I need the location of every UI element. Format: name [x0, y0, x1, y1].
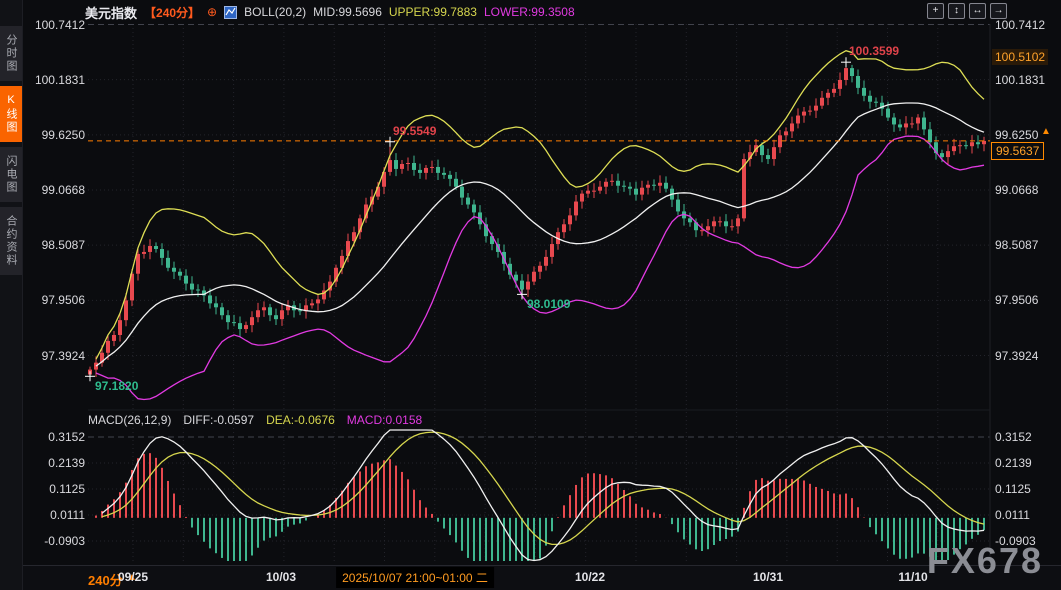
goto-latest-tool-icon[interactable]: → [990, 3, 1007, 19]
sidebar-tab-label: 合约资料 [3, 215, 19, 267]
extreme-price-annotation: 99.5549 [393, 124, 436, 138]
x-scale-tool-icon[interactable]: ↔ [969, 3, 986, 19]
extreme-price-annotation: 97.1820 [95, 379, 138, 393]
extreme-price-annotation: 98.0109 [527, 297, 570, 311]
sidebar-tab-tick-chart[interactable]: 闪电图 [0, 147, 22, 202]
sidebar-tab-candle-chart[interactable]: K线图 [0, 86, 22, 142]
y-scale-tool-icon[interactable]: ↕ [948, 3, 965, 19]
time-axis-bar: 240分 ▲ 09/2510/0310/2210/3111/10 2025/10… [0, 565, 1061, 590]
axis-tick-label: 0.3152 [995, 430, 1032, 444]
date-tick-label: 10/31 [753, 570, 783, 584]
axis-tick-label: 0.0111 [995, 508, 1030, 522]
boll-formula: BOLL(20,2) [244, 5, 306, 19]
axis-tick-label: 100.7412 [33, 18, 85, 32]
axis-tick-label: 97.3924 [995, 349, 1038, 363]
extreme-price-annotation: 100.3599 [849, 44, 899, 58]
boll-upper-value: UPPER:99.7883 [389, 5, 477, 19]
current-price-box: 99.5637 [991, 142, 1044, 160]
sidebar-tab-contract-info[interactable]: 合约资料 [0, 207, 22, 275]
macd-macd-value: MACD:0.0158 [347, 413, 422, 427]
axis-tick-label: 0.2139 [995, 456, 1032, 470]
date-tick-label: 10/22 [575, 570, 605, 584]
selected-candle-date: 2025/10/07 21:00~01:00 二 [336, 567, 494, 588]
date-tick-label: 09/25 [118, 570, 148, 584]
macd-header: MACD(26,12,9) DIFF:-0.0597 DEA:-0.0676 M… [88, 413, 422, 427]
period-label[interactable]: 【240分】 [144, 4, 200, 21]
chart-canvas[interactable] [0, 0, 1061, 590]
axis-tick-label: 100.7412 [995, 18, 1045, 32]
sidebar-tab-label: 分时图 [3, 34, 19, 73]
macd-diff-value: DIFF:-0.0597 [183, 413, 254, 427]
axis-tick-label: 98.5087 [33, 238, 85, 252]
axis-tick-label: 100.1831 [33, 73, 85, 87]
axis-tick-label: -0.0903 [33, 534, 85, 548]
axis-tick-label: 99.6250 [33, 128, 85, 142]
axis-tick-label: 0.1125 [33, 482, 85, 496]
session-high-label: 100.5102 [992, 49, 1048, 65]
axis-tick-label: 99.0668 [995, 183, 1038, 197]
axis-tick-label: 99.0668 [33, 183, 85, 197]
axis-tick-label: 0.0111 [33, 508, 85, 522]
trading-app-window: 分时图 K线图 闪电图 合约资料 美元指数 【240分】 ⊕ BOLL(20,2… [0, 0, 1061, 590]
axis-tick-label: 99.6250 [995, 128, 1038, 142]
sidebar-tab-label: 闪电图 [3, 155, 19, 194]
symbol-title: 美元指数 [85, 3, 137, 22]
axis-tick-label: 0.3152 [33, 430, 85, 444]
sidebar-tab-label: K线图 [3, 94, 19, 134]
watermark-logo: FX678 [927, 540, 1043, 582]
indicator-chart-icon[interactable] [224, 6, 237, 19]
axis-tick-label: 97.9506 [33, 293, 85, 307]
boll-mid-value: MID:99.5696 [313, 5, 382, 19]
period-settings-icon[interactable]: ⊕ [207, 5, 217, 19]
date-tick-label: 10/03 [266, 570, 296, 584]
chart-header: 美元指数 【240分】 ⊕ BOLL(20,2) MID:99.5696 UPP… [85, 3, 575, 21]
crosshair-tool-icon[interactable]: + [927, 3, 944, 19]
sidebar: 分时图 K线图 闪电图 合约资料 [0, 0, 23, 590]
sidebar-tab-time-chart[interactable]: 分时图 [0, 26, 22, 81]
axis-tick-label: 98.5087 [995, 238, 1038, 252]
axis-tick-label: 97.3924 [33, 349, 85, 363]
macd-dea-value: DEA:-0.0676 [266, 413, 335, 427]
axis-tick-label: 0.2139 [33, 456, 85, 470]
axis-tick-label: 0.1125 [995, 482, 1031, 496]
axis-tick-label: 100.1831 [995, 73, 1045, 87]
boll-lower-value: LOWER:99.3508 [484, 5, 575, 19]
chart-toolbar: + ↕ ↔ → [927, 3, 1007, 19]
axis-tick-label: 97.9506 [995, 293, 1038, 307]
price-alert-arrow-icon: ▲ [1041, 126, 1051, 137]
macd-formula: MACD(26,12,9) [88, 413, 171, 427]
date-tick-label: 11/10 [898, 570, 927, 584]
